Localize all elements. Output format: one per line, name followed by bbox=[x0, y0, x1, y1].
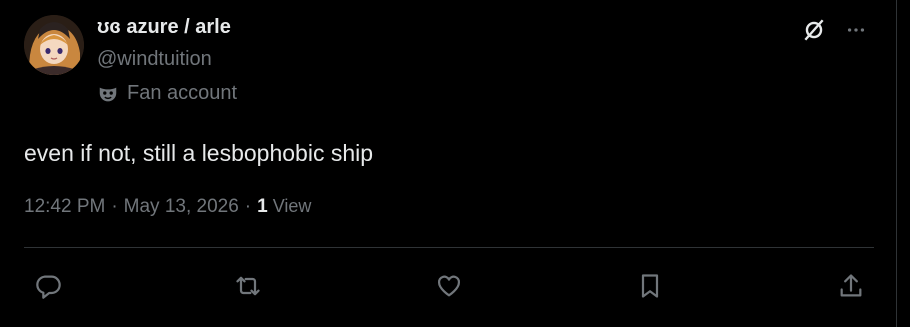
bookmark-button[interactable] bbox=[630, 266, 670, 306]
tweet-header-actions bbox=[800, 16, 870, 44]
share-icon bbox=[840, 274, 862, 297]
meta-separator: · bbox=[111, 196, 118, 217]
divider bbox=[24, 247, 874, 248]
bookmark-icon bbox=[641, 274, 659, 298]
views-count[interactable]: 1 bbox=[257, 196, 268, 218]
reply-button[interactable] bbox=[28, 266, 68, 306]
tweet-meta: 12:42 PM · May 13, 2026 · 1 View bbox=[24, 196, 311, 218]
reply-icon bbox=[36, 275, 61, 299]
fan-account-label: Fan account bbox=[97, 82, 237, 105]
tweet-time[interactable]: 12:42 PM bbox=[24, 196, 105, 218]
share-button[interactable] bbox=[831, 266, 871, 306]
tweet-text: even if not, still a lesbophobic ship bbox=[24, 140, 374, 166]
like-icon bbox=[437, 275, 461, 297]
tweet-actions bbox=[0, 266, 896, 306]
like-button[interactable] bbox=[429, 266, 469, 306]
retweet-icon bbox=[236, 276, 260, 296]
display-name[interactable]: ʊɞ azure / arle bbox=[97, 16, 231, 39]
grok-icon[interactable] bbox=[800, 16, 828, 44]
fan-account-text: Fan account bbox=[127, 82, 238, 104]
meta-separator-2: · bbox=[244, 196, 252, 217]
column-border bbox=[896, 0, 897, 327]
avatar[interactable] bbox=[24, 15, 84, 75]
user-handle[interactable]: @windtuition bbox=[97, 48, 212, 71]
mask-icon bbox=[97, 83, 119, 105]
tweet-date[interactable]: May 13, 2026 bbox=[124, 196, 239, 218]
views-label: View bbox=[272, 196, 312, 216]
retweet-button[interactable] bbox=[228, 266, 268, 306]
more-icon[interactable] bbox=[842, 16, 870, 44]
